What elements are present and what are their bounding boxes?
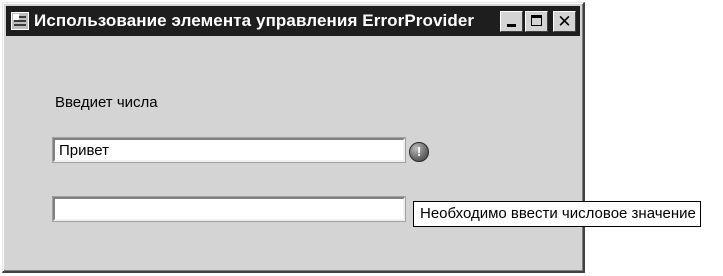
error-exclamation-icon[interactable]: ! [409,142,429,162]
caption-buttons: ✕ [500,10,576,32]
minimize-button[interactable] [500,10,523,32]
prompt-label: Введиет числа [55,94,158,111]
number-input-2[interactable] [52,196,406,222]
error-tooltip: Необходимо ввести числовое значение [413,201,701,227]
close-icon: ✕ [557,11,572,31]
title-bar[interactable]: Использование элемента управления ErrorP… [6,6,580,36]
maximize-icon [531,14,542,26]
close-button[interactable]: ✕ [553,10,576,32]
window-title: Использование элемента управления ErrorP… [34,11,475,30]
minimize-icon [507,23,516,27]
app-window: Использование элемента управления ErrorP… [2,2,585,273]
form-icon[interactable] [11,12,29,30]
screen: Использование элемента управления ErrorP… [0,0,723,276]
number-input-1[interactable] [52,137,406,163]
maximize-button[interactable] [525,10,548,32]
